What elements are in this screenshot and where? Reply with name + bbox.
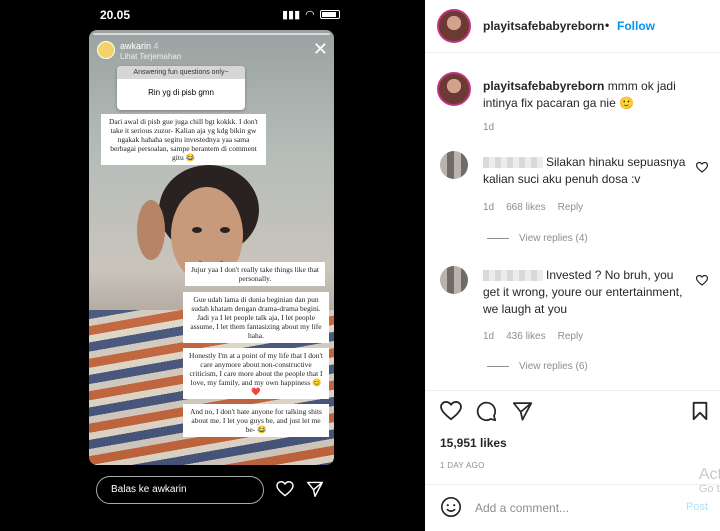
- avatar[interactable]: [437, 9, 471, 43]
- heart-icon[interactable]: [276, 481, 294, 497]
- bookmark-icon[interactable]: [691, 401, 709, 421]
- caption-username[interactable]: playitsafebabyreborn: [483, 79, 604, 93]
- comment-avatar[interactable]: [440, 266, 468, 294]
- share-icon[interactable]: [512, 401, 533, 421]
- watermark-line1: Act: [698, 466, 720, 483]
- story-text-note: Gue udah lama di dunia beginian dan pun …: [183, 292, 329, 343]
- like-count[interactable]: 15,951 likes: [440, 436, 507, 450]
- story-reply-input[interactable]: Balas ke awkarin: [96, 476, 264, 504]
- signal-icon: ▮▮▮: [282, 9, 301, 21]
- comment-avatar[interactable]: [440, 151, 468, 179]
- post-comment-button[interactable]: Post: [686, 501, 708, 513]
- story-viewer: 20.05 ▮▮▮ ◠ awkarin 4 Lihat Terjemahan ✕…: [0, 0, 425, 531]
- story-username[interactable]: awkarin 4: [120, 41, 159, 51]
- status-time: 20.05: [100, 8, 131, 22]
- caption-avatar[interactable]: [437, 72, 471, 106]
- activation-watermark: Act Go t: [699, 466, 720, 496]
- comment-likes[interactable]: 436 likes: [506, 331, 545, 342]
- question-sticker: Answering fun questions only~ Rin yg di …: [117, 66, 245, 110]
- follow-button[interactable]: Follow: [617, 19, 655, 33]
- story-avatar[interactable]: [97, 41, 115, 59]
- heart-icon[interactable]: [440, 401, 462, 421]
- view-replies-line: [487, 366, 509, 367]
- story-card[interactable]: awkarin 4 Lihat Terjemahan ✕ Answering f…: [89, 30, 334, 465]
- actions-divider: [425, 390, 720, 391]
- battery-icon: [319, 10, 340, 19]
- view-replies-label[interactable]: View replies (6): [519, 361, 588, 372]
- story-text-note: And no, I don't hate anyone for talking …: [183, 404, 329, 437]
- comment-meta: 1d 668 likes Reply: [483, 202, 583, 213]
- story-progress-bar: [93, 33, 330, 35]
- send-icon[interactable]: [306, 481, 324, 497]
- add-comment-input[interactable]: Add a comment...: [475, 501, 569, 515]
- comment-icon[interactable]: [476, 401, 497, 422]
- status-icons: ▮▮▮ ◠: [282, 8, 340, 21]
- view-replies-button[interactable]: View replies (6): [487, 361, 588, 372]
- comment-likes[interactable]: 668 likes: [506, 202, 545, 213]
- story-text-note: Jujur yaa I don't really take things lik…: [185, 262, 325, 286]
- story-text-note: Honestly I'm at a point of my life that …: [183, 348, 329, 399]
- comment-like-icon[interactable]: [696, 162, 708, 173]
- wifi-icon: ◠: [305, 9, 315, 21]
- view-replies-label[interactable]: View replies (4): [519, 233, 588, 244]
- caption: playitsafebabyreborn mmm ok jadi intinya…: [483, 78, 708, 112]
- comment-username-blurred[interactable]: [483, 157, 543, 169]
- translate-link[interactable]: Lihat Terjemahan: [120, 52, 181, 61]
- story-text-note: Dari awal di pisb gue juga chill bgt kok…: [101, 114, 266, 165]
- comment-username-blurred[interactable]: [483, 270, 543, 282]
- post-panel: playitsafebabyreborn • Follow playitsafe…: [425, 0, 720, 531]
- comment-time: 1d: [483, 202, 495, 213]
- caption-time: 1d: [483, 122, 495, 133]
- post-username[interactable]: playitsafebabyreborn: [483, 19, 604, 33]
- post-date: 1 DAY AGO: [440, 461, 485, 470]
- comment-time: 1d: [483, 331, 495, 342]
- question-sticker-text: Rin yg di pisb gmn: [148, 88, 214, 97]
- comment-text: Silakan hinaku sepuasnya kalian suci aku…: [483, 155, 686, 186]
- post-header: playitsafebabyreborn • Follow: [425, 0, 720, 53]
- watermark-line2: Go t: [698, 483, 720, 495]
- comment-reply-button[interactable]: Reply: [558, 202, 584, 213]
- view-replies-button[interactable]: View replies (4): [487, 233, 588, 244]
- comment-input-divider: [425, 484, 720, 485]
- comment-meta: 1d 436 likes Reply: [483, 331, 583, 342]
- comment-text: Invested ? No bruh, you get it wrong, yo…: [483, 268, 683, 316]
- question-sticker-header: Answering fun questions only~: [117, 66, 245, 79]
- view-replies-line: [487, 238, 509, 239]
- close-icon[interactable]: ✕: [313, 40, 328, 58]
- separator-dot: •: [605, 18, 610, 32]
- emoji-icon[interactable]: [440, 496, 462, 518]
- comment-like-icon[interactable]: [696, 275, 708, 286]
- comment-reply-button[interactable]: Reply: [558, 331, 584, 342]
